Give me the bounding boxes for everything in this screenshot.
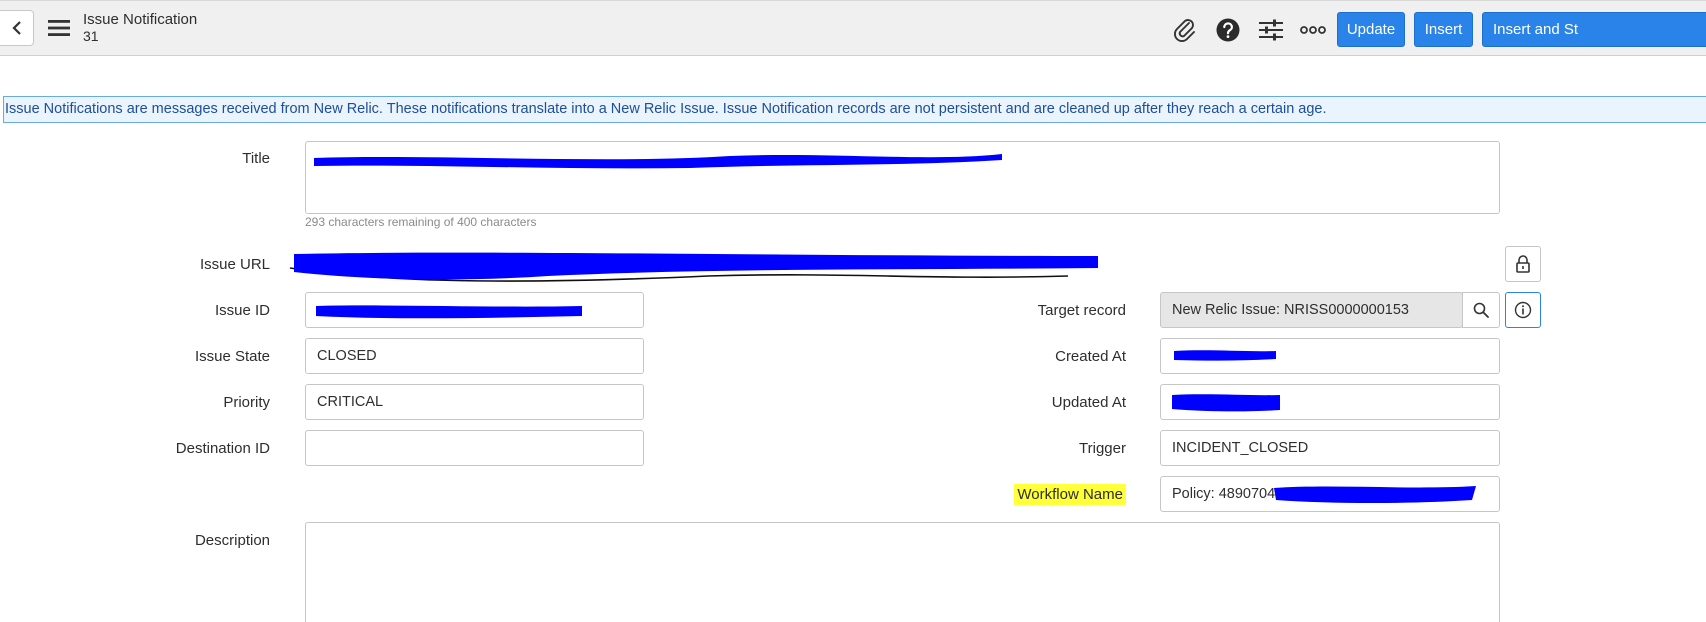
issue-url-label: Issue URL bbox=[199, 256, 270, 273]
info-icon bbox=[1514, 301, 1532, 319]
redaction-mark bbox=[314, 154, 1002, 169]
trigger-input[interactable]: INCIDENT_CLOSED bbox=[1160, 430, 1500, 466]
priority-input[interactable]: CRITICAL bbox=[305, 384, 644, 420]
chevron-left-icon bbox=[11, 21, 21, 35]
destination-id-label: Destination ID bbox=[175, 440, 270, 457]
target-record-label: Target record bbox=[1037, 302, 1126, 319]
trigger-label: Trigger bbox=[1079, 440, 1126, 457]
insert-button[interactable]: Insert bbox=[1414, 12, 1473, 47]
workflow-name-label-text: Workflow Name bbox=[1014, 484, 1126, 505]
title-char-counter: 293 characters remaining of 400 characte… bbox=[305, 215, 537, 229]
hamburger-menu-icon[interactable] bbox=[48, 19, 70, 37]
redaction-mark bbox=[1274, 486, 1476, 503]
record-count: 31 bbox=[83, 28, 99, 44]
destination-id-input[interactable] bbox=[305, 430, 644, 466]
back-button[interactable] bbox=[0, 10, 34, 46]
description-textarea[interactable] bbox=[305, 522, 1500, 622]
redaction-mark bbox=[289, 252, 1098, 282]
workflow-name-value: Policy: 4890704 - bbox=[1172, 486, 1285, 502]
created-at-label: Created At bbox=[1055, 348, 1126, 365]
insert-and-stay-button[interactable]: Insert and St bbox=[1482, 12, 1706, 47]
page-title-block: Issue Notification 31 bbox=[83, 11, 197, 45]
help-icon[interactable] bbox=[1215, 17, 1241, 43]
sliders-icon[interactable] bbox=[1258, 17, 1284, 43]
preview-record-button[interactable] bbox=[1505, 292, 1541, 328]
trigger-value: INCIDENT_CLOSED bbox=[1172, 440, 1309, 456]
form-header: Issue Notification 31 Update Insert Inse… bbox=[0, 0, 1706, 56]
issue-state-input[interactable]: CLOSED bbox=[305, 338, 644, 374]
issue-id-label: Issue ID bbox=[214, 302, 270, 319]
page-title: Issue Notification bbox=[83, 11, 198, 28]
title-label: Title bbox=[242, 150, 270, 167]
redaction-mark bbox=[1174, 350, 1276, 361]
target-record-lookup-button[interactable] bbox=[1462, 292, 1500, 328]
priority-value: CRITICAL bbox=[317, 394, 384, 410]
unlock-button[interactable] bbox=[1505, 246, 1541, 282]
workflow-name-label: Workflow Name bbox=[1014, 484, 1126, 505]
paperclip-icon[interactable] bbox=[1172, 17, 1198, 43]
redaction-mark bbox=[316, 305, 582, 319]
target-record-value: New Relic Issue: NRISS0000000153 bbox=[1172, 302, 1409, 318]
target-record-input[interactable]: New Relic Issue: NRISS0000000153 bbox=[1160, 292, 1463, 328]
info-banner: Issue Notifications are messages receive… bbox=[3, 96, 1706, 123]
updated-at-label: Updated At bbox=[1051, 394, 1126, 411]
issue-state-value: CLOSED bbox=[317, 348, 377, 364]
update-button[interactable]: Update bbox=[1337, 12, 1405, 47]
search-icon bbox=[1473, 302, 1489, 318]
redaction-mark bbox=[1172, 394, 1280, 412]
issue-state-label: Issue State bbox=[194, 348, 270, 365]
priority-label: Priority bbox=[223, 394, 270, 411]
description-label: Description bbox=[194, 532, 270, 549]
lock-icon bbox=[1516, 255, 1530, 273]
more-icon[interactable] bbox=[1300, 17, 1326, 43]
